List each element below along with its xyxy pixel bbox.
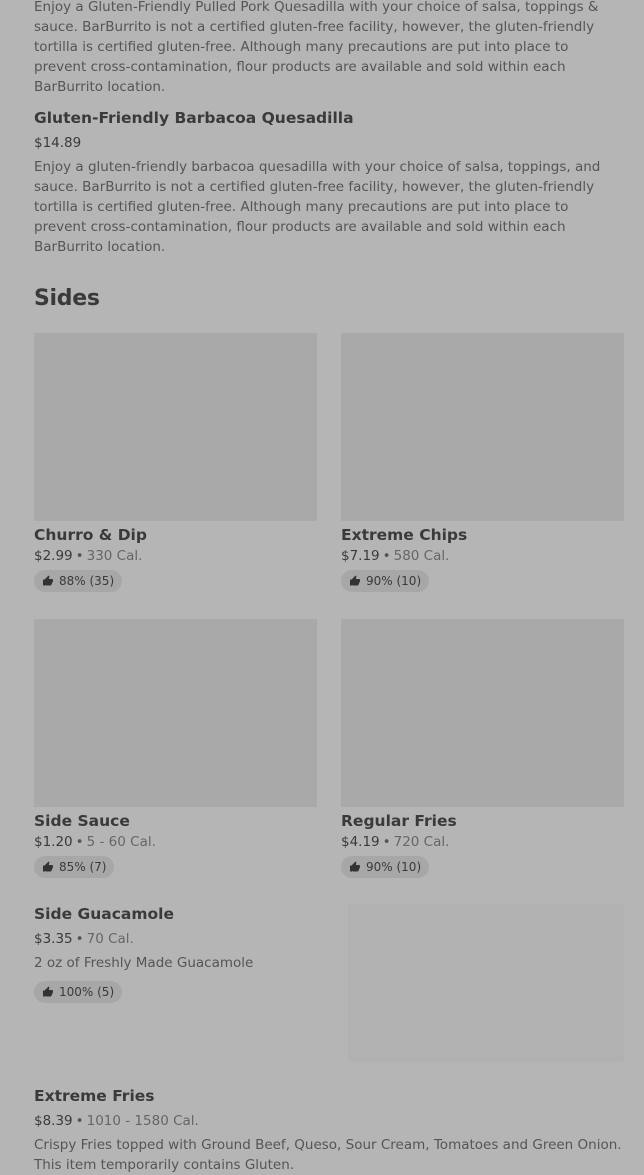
item-price: $3.35	[34, 931, 73, 947]
item-calories: 5 - 60 Cal.	[86, 834, 156, 850]
item-calories: 70 Cal.	[86, 931, 134, 947]
separator: •	[75, 834, 84, 850]
item-price-line: $1.20 • 5 - 60 Cal.	[34, 832, 317, 852]
item-price: $7.19	[341, 548, 380, 564]
rating-text: 90% (10)	[366, 860, 422, 874]
rating-text: 100% (5)	[59, 985, 115, 999]
item-price: $8.39	[34, 1113, 73, 1129]
item-title: Regular Fries	[341, 812, 457, 830]
separator: •	[382, 548, 391, 564]
item-calories: 1010 - 1580 Cal.	[86, 1113, 199, 1129]
item-price: $1.20	[34, 834, 73, 850]
item-description: Enjoy a Gluten-Friendly Pulled Pork Ques…	[34, 0, 599, 95]
separator: •	[75, 548, 84, 564]
thumbs-up-icon	[43, 986, 53, 997]
item-price-line: $2.99 • 330 Cal.	[34, 546, 317, 566]
item-image	[341, 619, 624, 807]
item-title: Extreme Fries	[34, 1087, 155, 1105]
item-price-line: $7.19 • 580 Cal.	[341, 546, 624, 566]
separator: •	[75, 1113, 84, 1129]
item-image	[34, 619, 317, 807]
item-price-line: $8.39 • 1010 - 1580 Cal.	[34, 1111, 624, 1131]
rating-text: 90% (10)	[366, 574, 422, 588]
item-calories: 330 Cal.	[86, 548, 143, 564]
rating-badge: 100% (5)	[34, 981, 123, 1003]
item-title: Gluten-Friendly Barbacoa Quesadilla	[34, 109, 354, 127]
section-title-sides: Sides	[34, 286, 100, 311]
menu-item-extreme-fries[interactable]: Extreme Fries $8.39 • 1010 - 1580 Cal. Cri…	[34, 1086, 624, 1175]
thumbs-up-icon	[350, 575, 360, 586]
item-price: $14.89	[34, 135, 82, 151]
item-title: Churro & Dip	[34, 526, 147, 544]
item-title: Extreme Chips	[341, 526, 468, 544]
thumbs-up-icon	[43, 575, 53, 586]
menu-card-churro-dip[interactable]: Churro & Dip $2.99 • 330 Cal. 88% (35)	[34, 333, 317, 592]
item-calories: 720 Cal.	[393, 834, 450, 850]
menu-card-extreme-chips[interactable]: Extreme Chips $7.19 • 580 Cal. 90% (10)	[341, 333, 624, 592]
rating-badge: 90% (10)	[341, 856, 430, 878]
menu-item-barbacoa-quesadilla[interactable]: Gluten-Friendly Barbacoa Quesadilla $14.…	[34, 108, 624, 257]
item-price: $4.19	[341, 834, 380, 850]
item-description: Enjoy a gluten-friendly barbacoa quesadi…	[34, 159, 601, 255]
item-image	[34, 333, 317, 521]
rating-badge: 90% (10)	[341, 570, 430, 592]
thumbs-up-icon	[350, 861, 360, 872]
item-image	[341, 333, 624, 521]
item-price-line: $4.19 • 720 Cal.	[341, 832, 624, 852]
item-description: Crispy Fries topped with Ground Beef, Qu…	[34, 1137, 622, 1173]
rating-text: 85% (7)	[59, 860, 107, 874]
separator: •	[75, 931, 84, 947]
menu-item-side-guacamole[interactable]: Side Guacamole $3.35 • 70 Cal. 2 oz of Fre…	[34, 904, 624, 1062]
thumbs-up-icon	[43, 861, 53, 872]
item-title: Side Sauce	[34, 812, 130, 830]
item-calories: 580 Cal.	[393, 548, 450, 564]
separator: •	[382, 834, 391, 850]
menu-card-side-sauce[interactable]: Side Sauce $1.20 • 5 - 60 Cal. 85% (7)	[34, 619, 317, 878]
menu-card-regular-fries[interactable]: Regular Fries $4.19 • 720 Cal. 90% (10)	[341, 619, 624, 878]
rating-text: 88% (35)	[59, 574, 115, 588]
rating-badge: 88% (35)	[34, 570, 123, 592]
item-image	[348, 904, 624, 1062]
item-price: $2.99	[34, 548, 73, 564]
rating-badge: 85% (7)	[34, 856, 115, 878]
